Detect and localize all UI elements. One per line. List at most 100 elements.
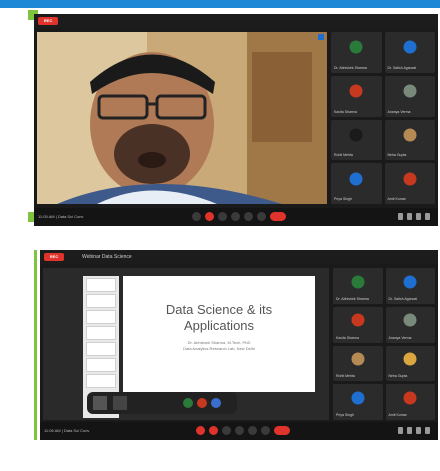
participant-name: Kavita Sharma (334, 109, 357, 114)
presenter-thumb (93, 396, 107, 410)
avatar (351, 352, 365, 366)
meeting-info: 11:05 AM | Data Sci Conv (38, 214, 84, 219)
participant-tile[interactable]: Priya Singh (331, 163, 382, 204)
participant-name: Amit Kumar (388, 413, 407, 417)
info-icon[interactable] (398, 213, 403, 220)
info-icon[interactable] (398, 427, 403, 434)
participant-tile[interactable]: Kavita Sharma (333, 306, 383, 343)
participant-tile[interactable]: Dr. Satish Agarwal (384, 32, 435, 73)
participant-name: Dr. Satish Agarwal (388, 296, 418, 301)
participant-tile[interactable]: Ananya Verma (385, 306, 435, 343)
slide-thumb[interactable] (86, 374, 116, 388)
slide-subtitle-1: Dr. Abhishek Sharma, M.Tech, PhD (187, 340, 251, 345)
participant-name: Ananya Verma (387, 109, 411, 114)
green-accent-left (34, 250, 37, 440)
avatar (403, 275, 417, 289)
end-call-button[interactable] (270, 212, 286, 221)
raise-hand-button[interactable] (248, 426, 257, 435)
participant-tile[interactable]: Dr. Satish Agarwal (385, 268, 435, 304)
meeting-toolbar: 11:05 AM | Data Sci Conv (34, 208, 438, 226)
slide-title-line2: Applications (183, 318, 255, 333)
avatar (349, 84, 363, 98)
meeting-window-2: REC Webinar Data Science Data Science & … (40, 250, 438, 440)
activities-icon[interactable] (425, 427, 430, 434)
participant-name: Rohit Mehta (336, 374, 355, 379)
avatar (403, 352, 417, 366)
pin-icon[interactable] (318, 34, 324, 40)
record-badge: REC (44, 253, 64, 261)
window-title: Webinar Data Science (82, 254, 132, 260)
share-button[interactable] (218, 212, 227, 221)
end-call-button[interactable] (274, 426, 290, 435)
slide-thumb[interactable] (86, 310, 116, 324)
participant-tiles: Dr. Abhishek Sharma Dr. Satish Agarwal Kav… (331, 32, 435, 204)
share-button[interactable] (222, 426, 231, 435)
avatar (403, 172, 417, 186)
presenter-thumb (113, 396, 127, 410)
people-icon[interactable] (407, 427, 412, 434)
call-controls (196, 426, 290, 435)
speaker-video (37, 32, 327, 204)
current-slide: Data Science & its Applications Dr. Abhi… (123, 276, 315, 392)
participant-tile[interactable]: Priya Singh (333, 384, 383, 420)
avatar (403, 40, 417, 54)
mic-button[interactable] (192, 212, 201, 221)
participant-tile[interactable]: Neha Gupta (385, 345, 435, 382)
avatar (403, 84, 417, 98)
participant-name: Amit Kumar (387, 197, 406, 201)
participant-tile[interactable]: Rohit Mehta (333, 345, 383, 382)
participant-name: Kavita Sharma (336, 335, 359, 340)
camera-button[interactable] (205, 212, 214, 221)
pointer-button[interactable] (183, 398, 193, 408)
participant-tile[interactable]: Dr. Abhishek Sharma (331, 32, 382, 73)
avatar (403, 128, 417, 142)
participant-name: Priya Singh (336, 413, 354, 417)
slide-thumb[interactable] (86, 326, 116, 340)
meeting-window-1: REC Dr. Abhishek Sharma Dr. Satish Agarwa… (34, 14, 438, 226)
emoji-button[interactable] (231, 212, 240, 221)
participant-name: Dr. Abhishek Sharma (334, 65, 367, 70)
pen-button[interactable] (197, 398, 207, 408)
presentation-area: Data Science & its Applications Dr. Abhi… (43, 268, 329, 420)
participant-name: Dr. Abhishek Sharma (336, 296, 369, 301)
participant-name: Neha Gupta (388, 374, 408, 379)
participant-tile[interactable]: Amit Kumar (385, 384, 435, 420)
avatar (349, 40, 363, 54)
avatar (403, 313, 417, 327)
emoji-button[interactable] (235, 426, 244, 435)
window-header: REC Webinar Data Science (40, 250, 438, 264)
people-icon[interactable] (407, 213, 412, 220)
avatar (351, 391, 365, 405)
activities-icon[interactable] (425, 213, 430, 220)
participant-tile[interactable]: Amit Kumar (384, 163, 435, 204)
top-stripe (0, 0, 440, 8)
slide-title-line1: Data Science & its (165, 302, 273, 317)
participant-name: Priya Singh (334, 197, 352, 201)
highlighter-button[interactable] (211, 398, 221, 408)
mic-button[interactable] (196, 426, 205, 435)
participant-tile[interactable]: Ananya Verma (384, 75, 435, 117)
participant-tile[interactable]: Kavita Sharma (331, 75, 382, 117)
chat-icon[interactable] (416, 213, 421, 220)
participant-tile[interactable]: Rohit Mehta (331, 119, 382, 161)
avatar (403, 391, 417, 405)
more-button[interactable] (257, 212, 266, 221)
record-badge: REC (38, 17, 58, 25)
slide-thumb[interactable] (86, 278, 116, 292)
raise-hand-button[interactable] (244, 212, 253, 221)
participant-tile[interactable]: Neha Gupta (384, 119, 435, 161)
camera-button[interactable] (209, 426, 218, 435)
window-header: REC (34, 14, 438, 28)
slide-thumb[interactable] (86, 294, 116, 308)
avatar (351, 275, 365, 289)
chat-icon[interactable] (416, 427, 421, 434)
participant-tiles: Dr. Abhishek Sharma Dr. Satish Agarwal Kav… (333, 268, 435, 420)
toolbar-right (398, 427, 430, 434)
avatar (349, 172, 363, 186)
participant-name: Neha Gupta (387, 153, 407, 158)
slide-thumb[interactable] (86, 342, 116, 356)
participant-tile[interactable]: Dr. Abhishek Sharma (333, 268, 383, 304)
more-button[interactable] (261, 426, 270, 435)
slide-thumb[interactable] (86, 358, 116, 372)
meeting-info: 11:06 AM | Data Sci Conv (44, 428, 90, 433)
